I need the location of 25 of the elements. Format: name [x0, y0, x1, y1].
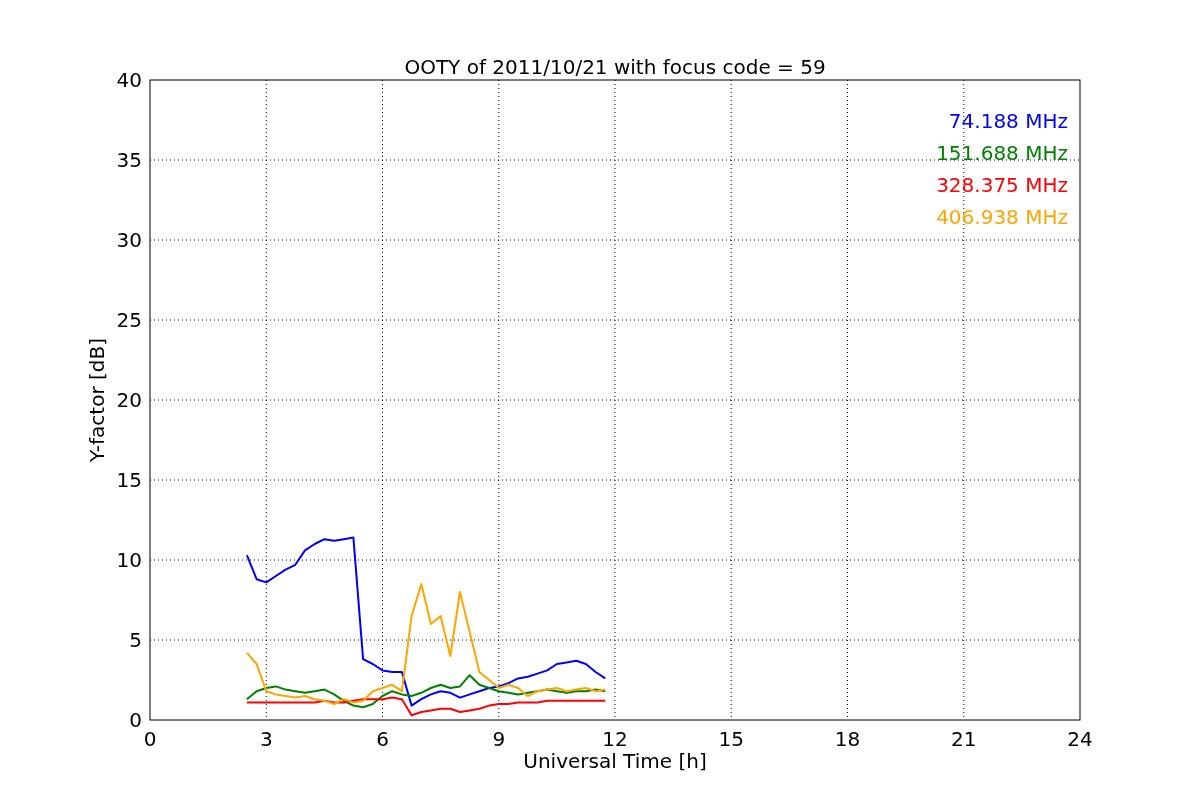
- y-tick-label: 40: [116, 68, 142, 92]
- x-tick-label: 3: [259, 727, 273, 751]
- x-tick-label: 21: [951, 727, 977, 751]
- x-tick-label: 0: [143, 727, 157, 751]
- x-axis-label: Universal Time [h]: [523, 749, 707, 773]
- y-tick-label: 0: [129, 708, 142, 732]
- legend-label: 406.938 MHz: [936, 205, 1068, 229]
- legend-label: 74.188 MHz: [948, 109, 1068, 133]
- legend-label: 151.688 MHz: [936, 141, 1068, 165]
- x-tick-label: 6: [376, 727, 389, 751]
- x-tick-label: 15: [718, 727, 744, 751]
- x-tick-label: 18: [834, 727, 861, 751]
- chart-title: OOTY of 2011/10/21 with focus code = 59: [404, 55, 826, 79]
- y-tick-label: 20: [116, 388, 142, 412]
- y-axis-label: Y-factor [dB]: [85, 338, 109, 462]
- x-tick-label: 9: [492, 727, 506, 751]
- y-tick-label: 25: [116, 308, 142, 332]
- y-tick-label: 30: [116, 228, 142, 252]
- y-tick-label: 5: [129, 628, 142, 652]
- legend-label: 328.375 MHz: [936, 173, 1068, 197]
- y-tick-label: 15: [116, 468, 142, 492]
- x-tick-label: 12: [602, 727, 628, 751]
- x-tick-label: 24: [1067, 727, 1093, 751]
- y-tick-label: 10: [116, 548, 142, 572]
- y-tick-label: 35: [116, 148, 142, 172]
